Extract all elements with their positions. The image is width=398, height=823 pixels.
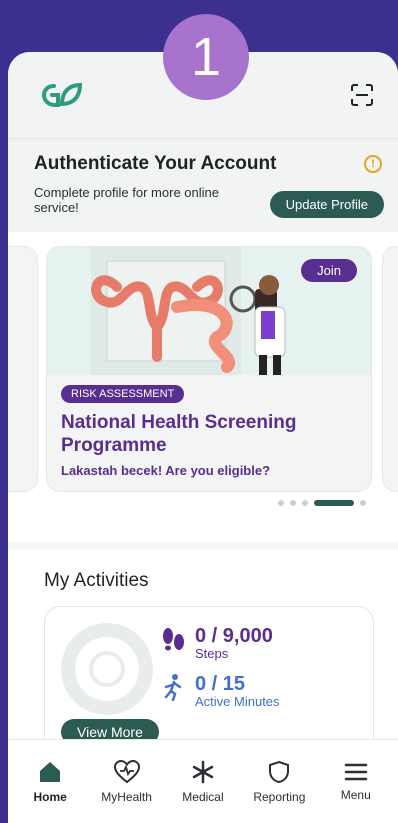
update-profile-button[interactable]: Update Profile bbox=[269, 191, 384, 218]
nav-medical[interactable]: Medical bbox=[167, 760, 239, 804]
app-logo-icon bbox=[42, 82, 82, 108]
pagination-dot[interactable] bbox=[278, 500, 284, 506]
pagination-dot[interactable] bbox=[290, 500, 296, 506]
medical-star-icon bbox=[192, 760, 214, 783]
activities-title: My Activities bbox=[44, 570, 149, 591]
steps-value: 0 / 9,000 bbox=[195, 625, 273, 647]
promo-subtitle: Lakastah becek! Are you eligible? bbox=[61, 463, 271, 478]
bottom-navigation: Home MyHealth Medical Reporting Menu bbox=[8, 739, 398, 823]
active-minutes-stat: 0 / 15 Active Minutes bbox=[161, 673, 280, 709]
nav-menu[interactable]: Menu bbox=[320, 762, 392, 802]
nav-reporting[interactable]: Reporting bbox=[243, 760, 315, 804]
nav-home[interactable]: Home bbox=[14, 760, 86, 804]
phone-screen: Authenticate Your Account ! Complete pro… bbox=[8, 52, 398, 823]
promo-illustration: Join bbox=[47, 247, 371, 375]
risk-assessment-badge: RISK ASSESSMENT bbox=[61, 385, 185, 403]
pagination-dot-active[interactable] bbox=[314, 500, 354, 506]
carousel-card-next[interactable] bbox=[382, 246, 398, 492]
menu-icon bbox=[344, 763, 367, 780]
nav-myhealth[interactable]: MyHealth bbox=[91, 759, 163, 804]
active-minutes-value: 0 / 15 bbox=[195, 673, 246, 695]
running-icon bbox=[164, 674, 182, 701]
steps-label: Steps bbox=[195, 646, 229, 661]
carousel-card-previous[interactable] bbox=[8, 246, 38, 492]
promo-title: National Health Screening Programme bbox=[61, 412, 297, 456]
authenticate-banner: Authenticate Your Account ! Complete pro… bbox=[8, 138, 398, 232]
pagination-dot[interactable] bbox=[302, 500, 308, 506]
promo-card[interactable]: Join RISK ASSESSMENT National Health Scr… bbox=[46, 246, 372, 492]
auth-title: Authenticate Your Account bbox=[34, 153, 277, 174]
scan-qr-icon[interactable] bbox=[350, 83, 374, 107]
nav-reporting-label: Reporting bbox=[253, 789, 306, 804]
activity-ring bbox=[61, 623, 153, 715]
footprints-icon bbox=[163, 628, 184, 651]
warning-icon: ! bbox=[364, 155, 382, 173]
carousel-pagination bbox=[278, 500, 366, 506]
nav-medical-label: Medical bbox=[182, 789, 224, 804]
join-button[interactable]: Join bbox=[301, 259, 357, 282]
steps-stat: 0 / 9,000 Steps bbox=[161, 625, 273, 661]
home-icon bbox=[40, 761, 61, 782]
pagination-dot[interactable] bbox=[360, 500, 366, 506]
step-badge: 1 bbox=[163, 14, 249, 100]
promo-carousel[interactable]: Join RISK ASSESSMENT National Health Scr… bbox=[8, 232, 398, 542]
nav-myhealth-label: MyHealth bbox=[101, 789, 152, 804]
shield-icon bbox=[269, 760, 290, 783]
activities-card: 0 / 9,000 Steps 0 / 15 Active Minutes Vi… bbox=[44, 606, 374, 756]
active-minutes-label: Active Minutes bbox=[195, 694, 280, 709]
heart-pulse-icon bbox=[113, 759, 140, 783]
nav-menu-label: Menu bbox=[340, 787, 371, 802]
nav-home-label: Home bbox=[33, 789, 67, 804]
activity-ring-inner bbox=[89, 651, 125, 687]
auth-description: Complete profile for more online service… bbox=[34, 185, 219, 215]
